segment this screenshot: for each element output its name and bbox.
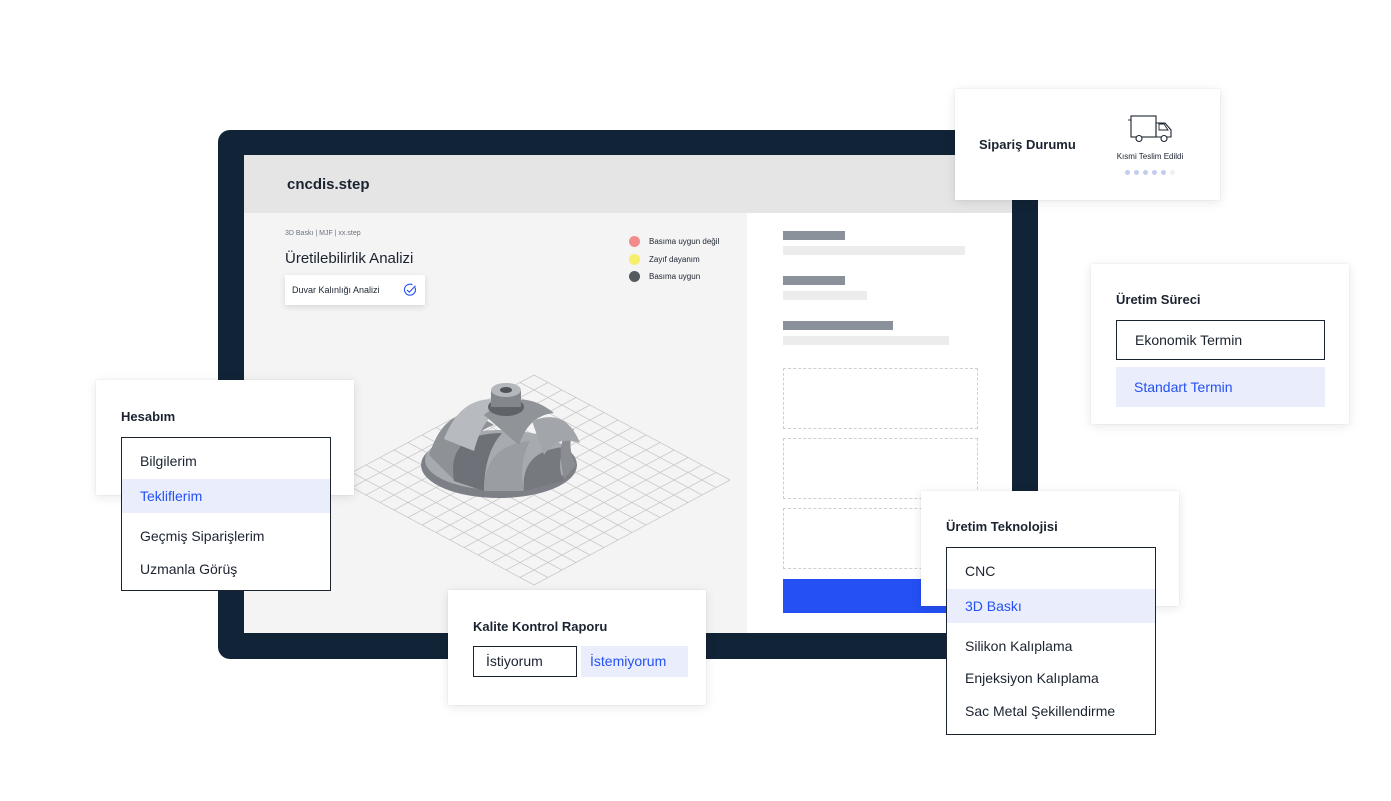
progress-dot	[1161, 170, 1166, 175]
quality-report-card: Kalite Kontrol Raporu İstiyorum İstemiyo…	[448, 590, 706, 705]
technology-menu: CNC 3D Baskı Silikon Kalıplama Enjeksiyo…	[946, 547, 1156, 735]
legend-label: Basıma uygun	[649, 272, 701, 281]
menu-item-uzmanla-gorus[interactable]: Uzmanla Görüş	[122, 552, 330, 586]
legend-item-weak: Zayıf dayanım	[629, 254, 700, 265]
menu-item-gecmis-siparislerim[interactable]: Geçmiş Siparişlerim	[122, 519, 330, 553]
order-status-title: Sipariş Durumu	[979, 137, 1076, 152]
legend-item-printable: Basıma uygun	[629, 271, 700, 282]
wall-thickness-analysis-button[interactable]: Duvar Kalınlığı Analizi	[285, 275, 425, 305]
placeholder-label	[783, 231, 845, 240]
option-istemiyorum[interactable]: İstemiyorum	[581, 646, 688, 677]
progress-dot	[1125, 170, 1130, 175]
menu-item-cnc[interactable]: CNC	[947, 554, 1155, 588]
legend-dot-yellow	[629, 254, 640, 265]
production-process-card: Üretim Süreci Ekonomik Termin Standart T…	[1091, 264, 1349, 424]
3d-model-viewer[interactable]	[334, 355, 734, 595]
production-technology-title: Üretim Teknolojisi	[946, 519, 1058, 534]
menu-item-bilgilerim[interactable]: Bilgilerim	[122, 444, 330, 478]
wall-thickness-analysis-label: Duvar Kalınlığı Analizi	[292, 285, 380, 295]
order-status-text: Kısmi Teslim Edildi	[1116, 152, 1184, 161]
menu-item-3d-baski[interactable]: 3D Baskı	[947, 589, 1155, 623]
impeller-model-icon	[421, 383, 580, 498]
placeholder-label	[783, 276, 845, 285]
menu-item-silikon-kaliplama[interactable]: Silikon Kalıplama	[947, 629, 1155, 663]
app-screen: cncdis.step 3D Baskı | MJF | xx.step Üre…	[244, 155, 1012, 633]
option-ekonomik-termin[interactable]: Ekonomik Termin	[1116, 320, 1325, 360]
option-standart-termin[interactable]: Standart Termin	[1116, 367, 1325, 407]
order-progress	[1125, 170, 1175, 176]
placeholder-value	[783, 336, 949, 345]
progress-dot	[1143, 170, 1148, 175]
menu-item-tekliflerim[interactable]: Tekliflerim	[122, 479, 330, 513]
progress-dot	[1152, 170, 1157, 175]
upload-slot[interactable]	[783, 368, 978, 429]
menu-item-sac-metal[interactable]: Sac Metal Şekillendirme	[947, 694, 1155, 728]
option-istiyorum[interactable]: İstiyorum	[473, 646, 577, 677]
menu-item-enjeksiyon-kaliplama[interactable]: Enjeksiyon Kalıplama	[947, 661, 1155, 695]
progress-dot	[1134, 170, 1139, 175]
truck-icon	[1128, 115, 1172, 143]
progress-dot	[1170, 170, 1175, 175]
account-title: Hesabım	[121, 409, 176, 424]
account-menu: Bilgilerim Tekliflerim Geçmiş Siparişler…	[121, 437, 331, 591]
legend-label: Basıma uygun değil	[649, 237, 720, 246]
file-title: cncdis.step	[287, 176, 370, 193]
legend-dot-red	[629, 236, 640, 247]
legend-dot-dark	[629, 271, 640, 282]
upload-slot[interactable]	[783, 438, 978, 499]
quality-report-title: Kalite Kontrol Raporu	[473, 619, 608, 634]
app-header: cncdis.step	[244, 155, 1012, 213]
check-circle-icon	[403, 283, 416, 296]
order-status-card: Sipariş Durumu Kısmi Teslim Edildi	[955, 89, 1220, 200]
production-process-title: Üretim Süreci	[1116, 292, 1201, 307]
breadcrumb: 3D Baskı | MJF | xx.step	[285, 230, 361, 237]
legend-label: Zayıf dayanım	[649, 255, 700, 264]
placeholder-label	[783, 321, 893, 330]
analysis-title: Üretilebilirlik Analizi	[285, 250, 414, 267]
legend-item-not-printable: Basıma uygun değil	[629, 236, 719, 247]
placeholder-value	[783, 246, 965, 255]
placeholder-value	[783, 291, 867, 300]
